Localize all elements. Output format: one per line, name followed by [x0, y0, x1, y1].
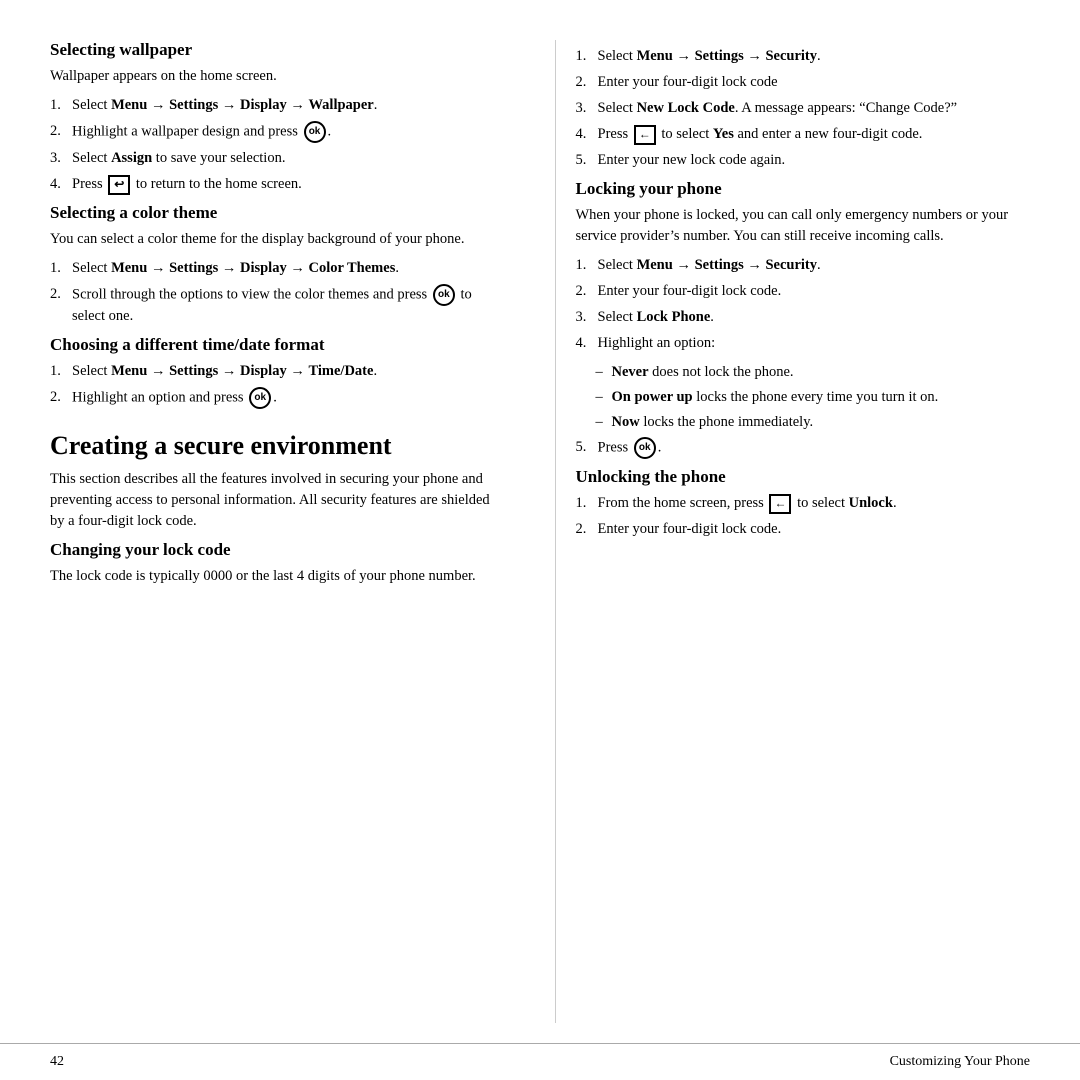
- list-item: 2. Scroll through the options to view th…: [50, 284, 505, 327]
- color-theme-intro: You can select a color theme for the dis…: [50, 229, 505, 250]
- list-item: 2. Highlight a wallpaper design and pres…: [50, 121, 505, 143]
- list-item: 3. Select Assign to save your selection.: [50, 148, 505, 169]
- list-item: 5. Press ok.: [576, 437, 1031, 459]
- ok-button-icon: ok: [634, 437, 656, 459]
- content-area: Selecting wallpaper Wallpaper appears on…: [0, 0, 1080, 1043]
- time-date-steps: 1. Select Menu → Settings → Display → Ti…: [50, 361, 505, 409]
- section-title-time-date: Choosing a different time/date format: [50, 335, 505, 355]
- list-item: – On power up locks the phone every time…: [596, 387, 1031, 408]
- section-title-color-theme: Selecting a color theme: [50, 203, 505, 223]
- ok-button-icon: ok: [249, 387, 271, 409]
- ok-button-icon: ok: [433, 284, 455, 306]
- change-lock-steps: 1. Select Menu → Settings → Security. 2.…: [576, 46, 1031, 171]
- page-number: 42: [50, 1054, 64, 1070]
- section-title-wallpaper: Selecting wallpaper: [50, 40, 505, 60]
- list-item: 4. Press ↩ to return to the home screen.: [50, 174, 505, 195]
- list-item: 1. Select Menu → Settings → Display → Ti…: [50, 361, 505, 382]
- list-item: 2. Enter your four-digit lock code: [576, 72, 1031, 93]
- list-item: 4. Press ← to select Yes and enter a new…: [576, 124, 1031, 145]
- back-button-icon: ↩: [108, 175, 130, 195]
- list-item: – Never does not lock the phone.: [596, 362, 1031, 383]
- page: Selecting wallpaper Wallpaper appears on…: [0, 0, 1080, 1080]
- list-item: 1. Select Menu → Settings → Display → Wa…: [50, 95, 505, 116]
- section-title-locking-phone: Locking your phone: [576, 179, 1031, 199]
- lock-options-list: – Never does not lock the phone. – On po…: [596, 362, 1031, 433]
- section-title-unlocking-phone: Unlocking the phone: [576, 467, 1031, 487]
- list-item: 2. Highlight an option and press ok.: [50, 387, 505, 409]
- color-theme-steps: 1. Select Menu → Settings → Display → Co…: [50, 258, 505, 327]
- section-creating-secure: Creating a secure environment This secti…: [50, 431, 505, 587]
- list-item: 2. Enter your four-digit lock code.: [576, 519, 1031, 540]
- list-item: 1. From the home screen, press ← to sele…: [576, 493, 1031, 514]
- section-color-theme: Selecting a color theme You can select a…: [50, 203, 505, 327]
- right-column: 1. Select Menu → Settings → Security. 2.…: [555, 40, 1031, 1023]
- locking-phone-steps: 1. Select Menu → Settings → Security. 2.…: [576, 255, 1031, 354]
- list-item: – Now locks the phone immediately.: [596, 412, 1031, 433]
- big-section-title-secure: Creating a secure environment: [50, 431, 505, 461]
- locking-phone-step5: 5. Press ok.: [576, 437, 1031, 459]
- back-button-icon: ←: [769, 494, 791, 514]
- footer-right-text: Customizing Your Phone: [890, 1054, 1030, 1070]
- list-item: 2. Enter your four-digit lock code.: [576, 281, 1031, 302]
- secure-intro: This section describes all the features …: [50, 469, 505, 532]
- wallpaper-intro: Wallpaper appears on the home screen.: [50, 66, 505, 87]
- section-time-date: Choosing a different time/date format 1.…: [50, 335, 505, 409]
- list-item: 3. Select New Lock Code. A message appea…: [576, 98, 1031, 119]
- section-title-lock-code: Changing your lock code: [50, 540, 505, 560]
- unlocking-phone-steps: 1. From the home screen, press ← to sele…: [576, 493, 1031, 540]
- list-item: 1. Select Menu → Settings → Security.: [576, 255, 1031, 276]
- list-item: 4. Highlight an option:: [576, 333, 1031, 354]
- left-column: Selecting wallpaper Wallpaper appears on…: [50, 40, 525, 1023]
- section-locking-phone: Locking your phone When your phone is lo…: [576, 179, 1031, 459]
- list-item: 1. Select Menu → Settings → Display → Co…: [50, 258, 505, 279]
- list-item: 1. Select Menu → Settings → Security.: [576, 46, 1031, 67]
- ok-button-icon: ok: [304, 121, 326, 143]
- section-selecting-wallpaper: Selecting wallpaper Wallpaper appears on…: [50, 40, 505, 195]
- wallpaper-steps: 1. Select Menu → Settings → Display → Wa…: [50, 95, 505, 195]
- locking-phone-intro: When your phone is locked, you can call …: [576, 205, 1031, 247]
- list-item: 3. Select Lock Phone.: [576, 307, 1031, 328]
- footer: 42 Customizing Your Phone: [0, 1043, 1080, 1080]
- section-unlocking-phone: Unlocking the phone 1. From the home scr…: [576, 467, 1031, 540]
- section-changing-lock-code: Changing your lock code The lock code is…: [50, 540, 505, 587]
- lock-code-intro: The lock code is typically 0000 or the l…: [50, 566, 505, 587]
- back-button-icon: ←: [634, 125, 656, 145]
- list-item: 5. Enter your new lock code again.: [576, 150, 1031, 171]
